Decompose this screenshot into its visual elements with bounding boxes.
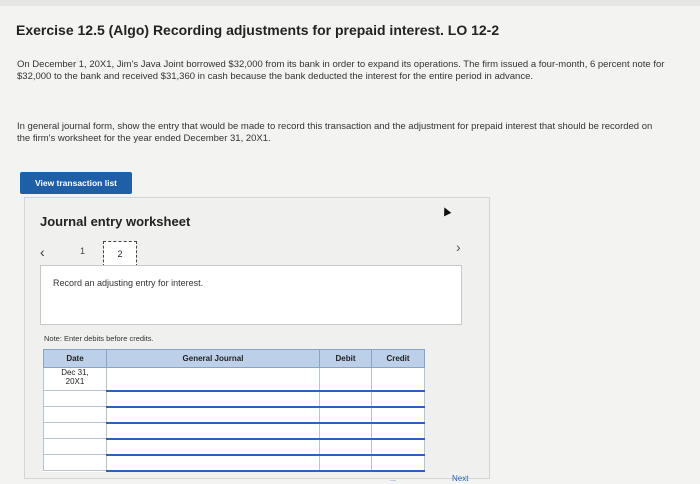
debit-input[interactable] — [319, 422, 372, 440]
date-line-2: 20X1 — [65, 377, 85, 386]
table-row — [43, 390, 425, 408]
credit-input[interactable] — [371, 406, 425, 424]
view-transaction-list-button[interactable]: View transaction list — [20, 172, 132, 194]
account-input[interactable] — [106, 422, 320, 440]
credit-input[interactable] — [371, 367, 425, 392]
entry-tab-2[interactable]: 2 — [103, 241, 137, 267]
account-input[interactable] — [106, 367, 320, 392]
next-entry-icon[interactable]: › — [456, 239, 461, 255]
credit-input[interactable] — [371, 390, 425, 408]
credit-input[interactable] — [371, 438, 425, 456]
table-row — [43, 454, 425, 472]
date-cell[interactable] — [43, 406, 107, 423]
journal-table: Date General Journal Debit Credit Dec 31… — [43, 349, 425, 472]
credit-input[interactable] — [371, 454, 425, 472]
table-header-row: Date General Journal Debit Credit — [43, 349, 425, 368]
next-button[interactable]: Next — [452, 474, 468, 483]
top-bar — [0, 0, 700, 6]
account-input[interactable] — [106, 438, 320, 456]
account-input[interactable] — [106, 406, 320, 424]
date-cell[interactable] — [43, 454, 107, 471]
debit-input[interactable] — [319, 406, 372, 424]
instructions-paragraph: In general journal form, show the entry … — [17, 121, 653, 144]
exercise-title: Exercise 12.5 (Algo) Recording adjustmen… — [16, 22, 500, 38]
header-debit: Debit — [319, 349, 372, 368]
account-input[interactable] — [106, 390, 320, 408]
credit-input[interactable] — [371, 422, 425, 440]
date-line-1: Dec 31, — [61, 368, 89, 377]
header-credit: Credit — [371, 349, 425, 368]
date-cell[interactable]: Dec 31, 20X1 — [43, 367, 107, 391]
problem-paragraph: On December 1, 20X1, Jim's Java Joint bo… — [17, 59, 665, 82]
header-date: Date — [43, 349, 107, 368]
more-options-icon[interactable]: ... — [390, 476, 396, 483]
instruction-box — [40, 265, 462, 325]
table-row — [43, 438, 425, 456]
header-general-journal: General Journal — [106, 349, 320, 368]
debit-credit-note: Note: Enter debits before credits. — [44, 334, 154, 343]
entry-tab-2-label: 2 — [117, 249, 123, 259]
date-cell[interactable] — [43, 438, 107, 455]
entry-tab-1[interactable]: 1 — [80, 246, 85, 256]
debit-input[interactable] — [319, 390, 372, 408]
instruction-text: Record an adjusting entry for interest. — [53, 278, 204, 288]
table-row — [43, 422, 425, 440]
table-row: Dec 31, 20X1 — [43, 367, 425, 392]
debit-input[interactable] — [319, 438, 372, 456]
date-cell[interactable] — [43, 390, 107, 407]
worksheet-title: Journal entry worksheet — [40, 214, 191, 229]
prev-entry-icon[interactable]: ‹ — [40, 244, 45, 260]
debit-input[interactable] — [319, 454, 372, 472]
date-cell[interactable] — [43, 422, 107, 439]
account-input[interactable] — [106, 454, 320, 472]
table-row — [43, 406, 425, 424]
debit-input[interactable] — [319, 367, 372, 392]
